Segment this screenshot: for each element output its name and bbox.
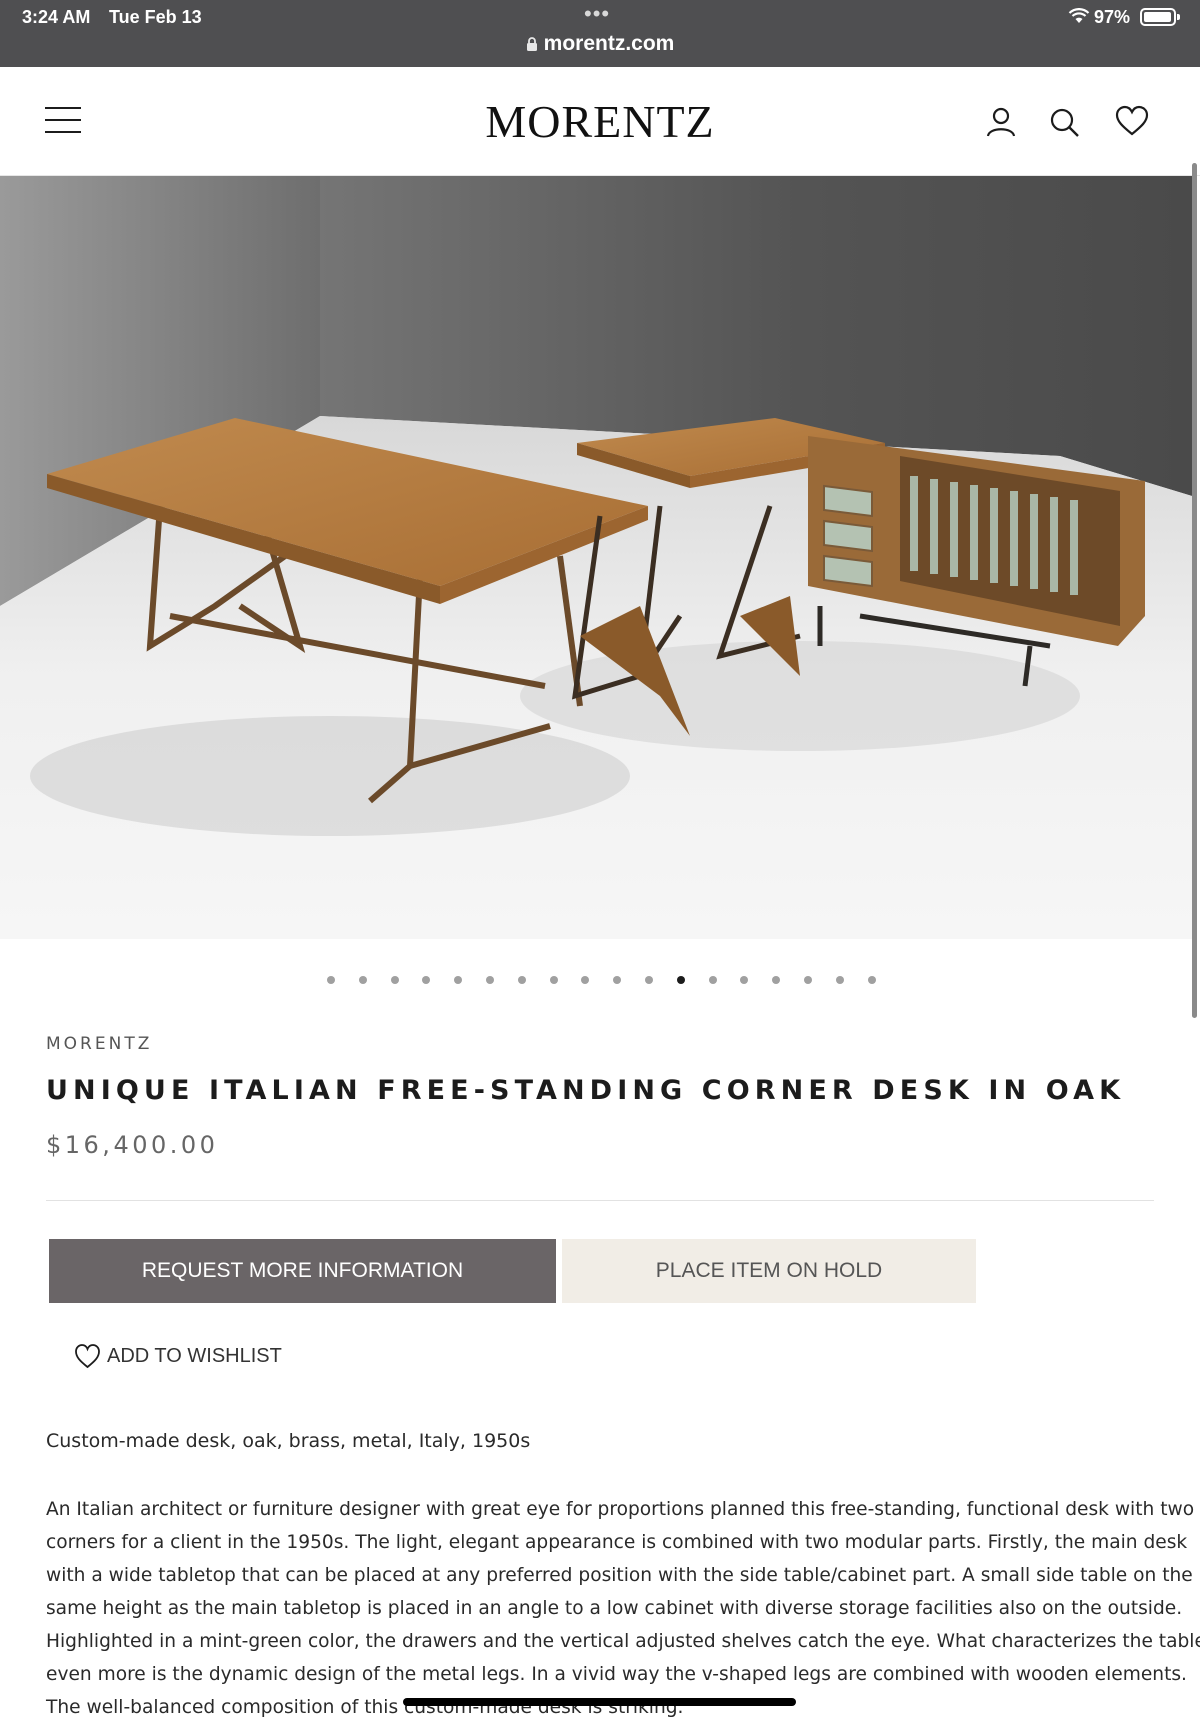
- battery-percentage: 97%: [1094, 7, 1131, 27]
- divider: [46, 1200, 1154, 1201]
- description-line: corners for a client in the 1950s. The l…: [46, 1532, 1188, 1553]
- wishlist-label: ADD TO WISHLIST: [107, 1344, 282, 1367]
- search-icon[interactable]: [1047, 105, 1081, 139]
- carousel-dot[interactable]: [486, 976, 494, 984]
- url-text: morentz.com: [543, 32, 675, 55]
- address-bar[interactable]: morentz.com: [0, 32, 1200, 56]
- carousel-dot[interactable]: [868, 976, 876, 984]
- carousel-dot[interactable]: [677, 976, 685, 984]
- carousel-dot[interactable]: [804, 976, 812, 984]
- product-title: UNIQUE ITALIAN FREE-STANDING CORNER DESK…: [46, 1075, 1126, 1106]
- description-line: with a wide tabletop that can be placed …: [46, 1565, 1193, 1586]
- carousel-dot[interactable]: [740, 976, 748, 984]
- carousel-dot[interactable]: [772, 976, 780, 984]
- tab-overview-dots-icon[interactable]: •••: [584, 1, 610, 27]
- request-info-button[interactable]: REQUEST MORE INFORMATION: [49, 1239, 556, 1303]
- product-vendor: MORENTZ: [46, 1034, 153, 1054]
- carousel-dot[interactable]: [836, 976, 844, 984]
- heart-icon: [75, 1344, 100, 1369]
- carousel-dot[interactable]: [454, 976, 462, 984]
- carousel-dot[interactable]: [550, 976, 558, 984]
- carousel-dot[interactable]: [613, 976, 621, 984]
- lock-icon: [526, 37, 537, 51]
- carousel-pagination: [0, 973, 1200, 987]
- product-description: An Italian architect or furniture design…: [46, 1493, 1200, 1717]
- status-date: Tue Feb 13: [109, 7, 202, 27]
- status-time: 3:24 AM: [22, 7, 91, 27]
- place-on-hold-button[interactable]: PLACE ITEM ON HOLD: [562, 1239, 976, 1303]
- description-line: An Italian architect or furniture design…: [46, 1499, 1195, 1520]
- carousel-dot[interactable]: [645, 976, 653, 984]
- description-line: Highlighted in a mint-green color, the d…: [46, 1631, 1200, 1652]
- carousel-dot[interactable]: [359, 976, 367, 984]
- description-line: even more is the dynamic design of the m…: [46, 1664, 1187, 1685]
- wishlist-heart-icon[interactable]: [1115, 105, 1149, 139]
- home-indicator[interactable]: [403, 1698, 796, 1706]
- carousel-dot[interactable]: [581, 976, 589, 984]
- product-image[interactable]: [0, 176, 1192, 939]
- add-to-wishlist-button[interactable]: ADD TO WISHLIST: [74, 1341, 282, 1371]
- product-price: $16,400.00: [46, 1131, 219, 1159]
- battery-icon: [1140, 8, 1180, 26]
- carousel-dot[interactable]: [422, 976, 430, 984]
- site-logo: MORENTZ: [485, 96, 715, 147]
- product-subtitle: Custom-made desk, oak, brass, metal, Ita…: [46, 1430, 531, 1452]
- wifi-icon: [1068, 8, 1090, 23]
- carousel-dot[interactable]: [709, 976, 717, 984]
- carousel-dot[interactable]: [518, 976, 526, 984]
- description-line: same height as the main tabletop is plac…: [46, 1598, 1183, 1619]
- account-icon[interactable]: [984, 105, 1018, 139]
- site-header: MORENTZ: [0, 67, 1200, 176]
- carousel-dot[interactable]: [327, 976, 335, 984]
- page-scrollbar[interactable]: [1192, 163, 1197, 1018]
- desk-photo: [0, 176, 1192, 939]
- hamburger-menu-icon[interactable]: [45, 107, 81, 133]
- carousel-dot[interactable]: [391, 976, 399, 984]
- status-bar: 3:24 AM Tue Feb 13 ••• 97% morentz.com: [0, 0, 1200, 67]
